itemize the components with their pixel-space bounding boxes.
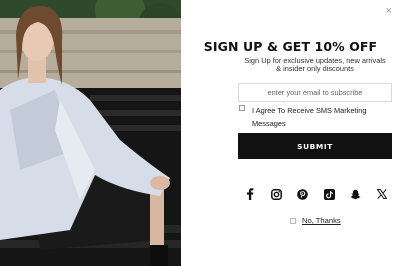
consent-line-2: Messages — [252, 119, 286, 128]
popup-subtitle: Sign Up for exclusive updates, new arriv… — [231, 56, 399, 74]
x-icon[interactable] — [375, 187, 389, 201]
facebook-icon[interactable] — [243, 187, 257, 201]
subtitle-line-2: & insider only discounts — [276, 64, 354, 74]
sms-consent-checkbox[interactable] — [239, 105, 245, 111]
submit-button[interactable]: SUBMIT — [238, 133, 392, 159]
instagram-icon[interactable] — [269, 187, 283, 201]
snapchat-icon[interactable] — [349, 187, 363, 201]
close-icon[interactable]: × — [386, 6, 392, 17]
no-thanks-link[interactable]: No, Thanks — [302, 216, 341, 225]
popup-title: SIGN UP & GET 10% OFF — [203, 39, 378, 54]
consent-line-1: I Agree To Receive SMS Marketing — [252, 106, 367, 115]
sms-consent-label: I Agree To Receive SMS Marketing Message… — [252, 104, 398, 130]
tiktok-icon[interactable] — [322, 187, 336, 201]
pinterest-icon[interactable] — [296, 187, 310, 201]
email-input[interactable] — [238, 83, 392, 102]
model-photo — [0, 0, 181, 266]
no-thanks-checkbox[interactable] — [290, 218, 296, 224]
social-links — [243, 187, 389, 201]
